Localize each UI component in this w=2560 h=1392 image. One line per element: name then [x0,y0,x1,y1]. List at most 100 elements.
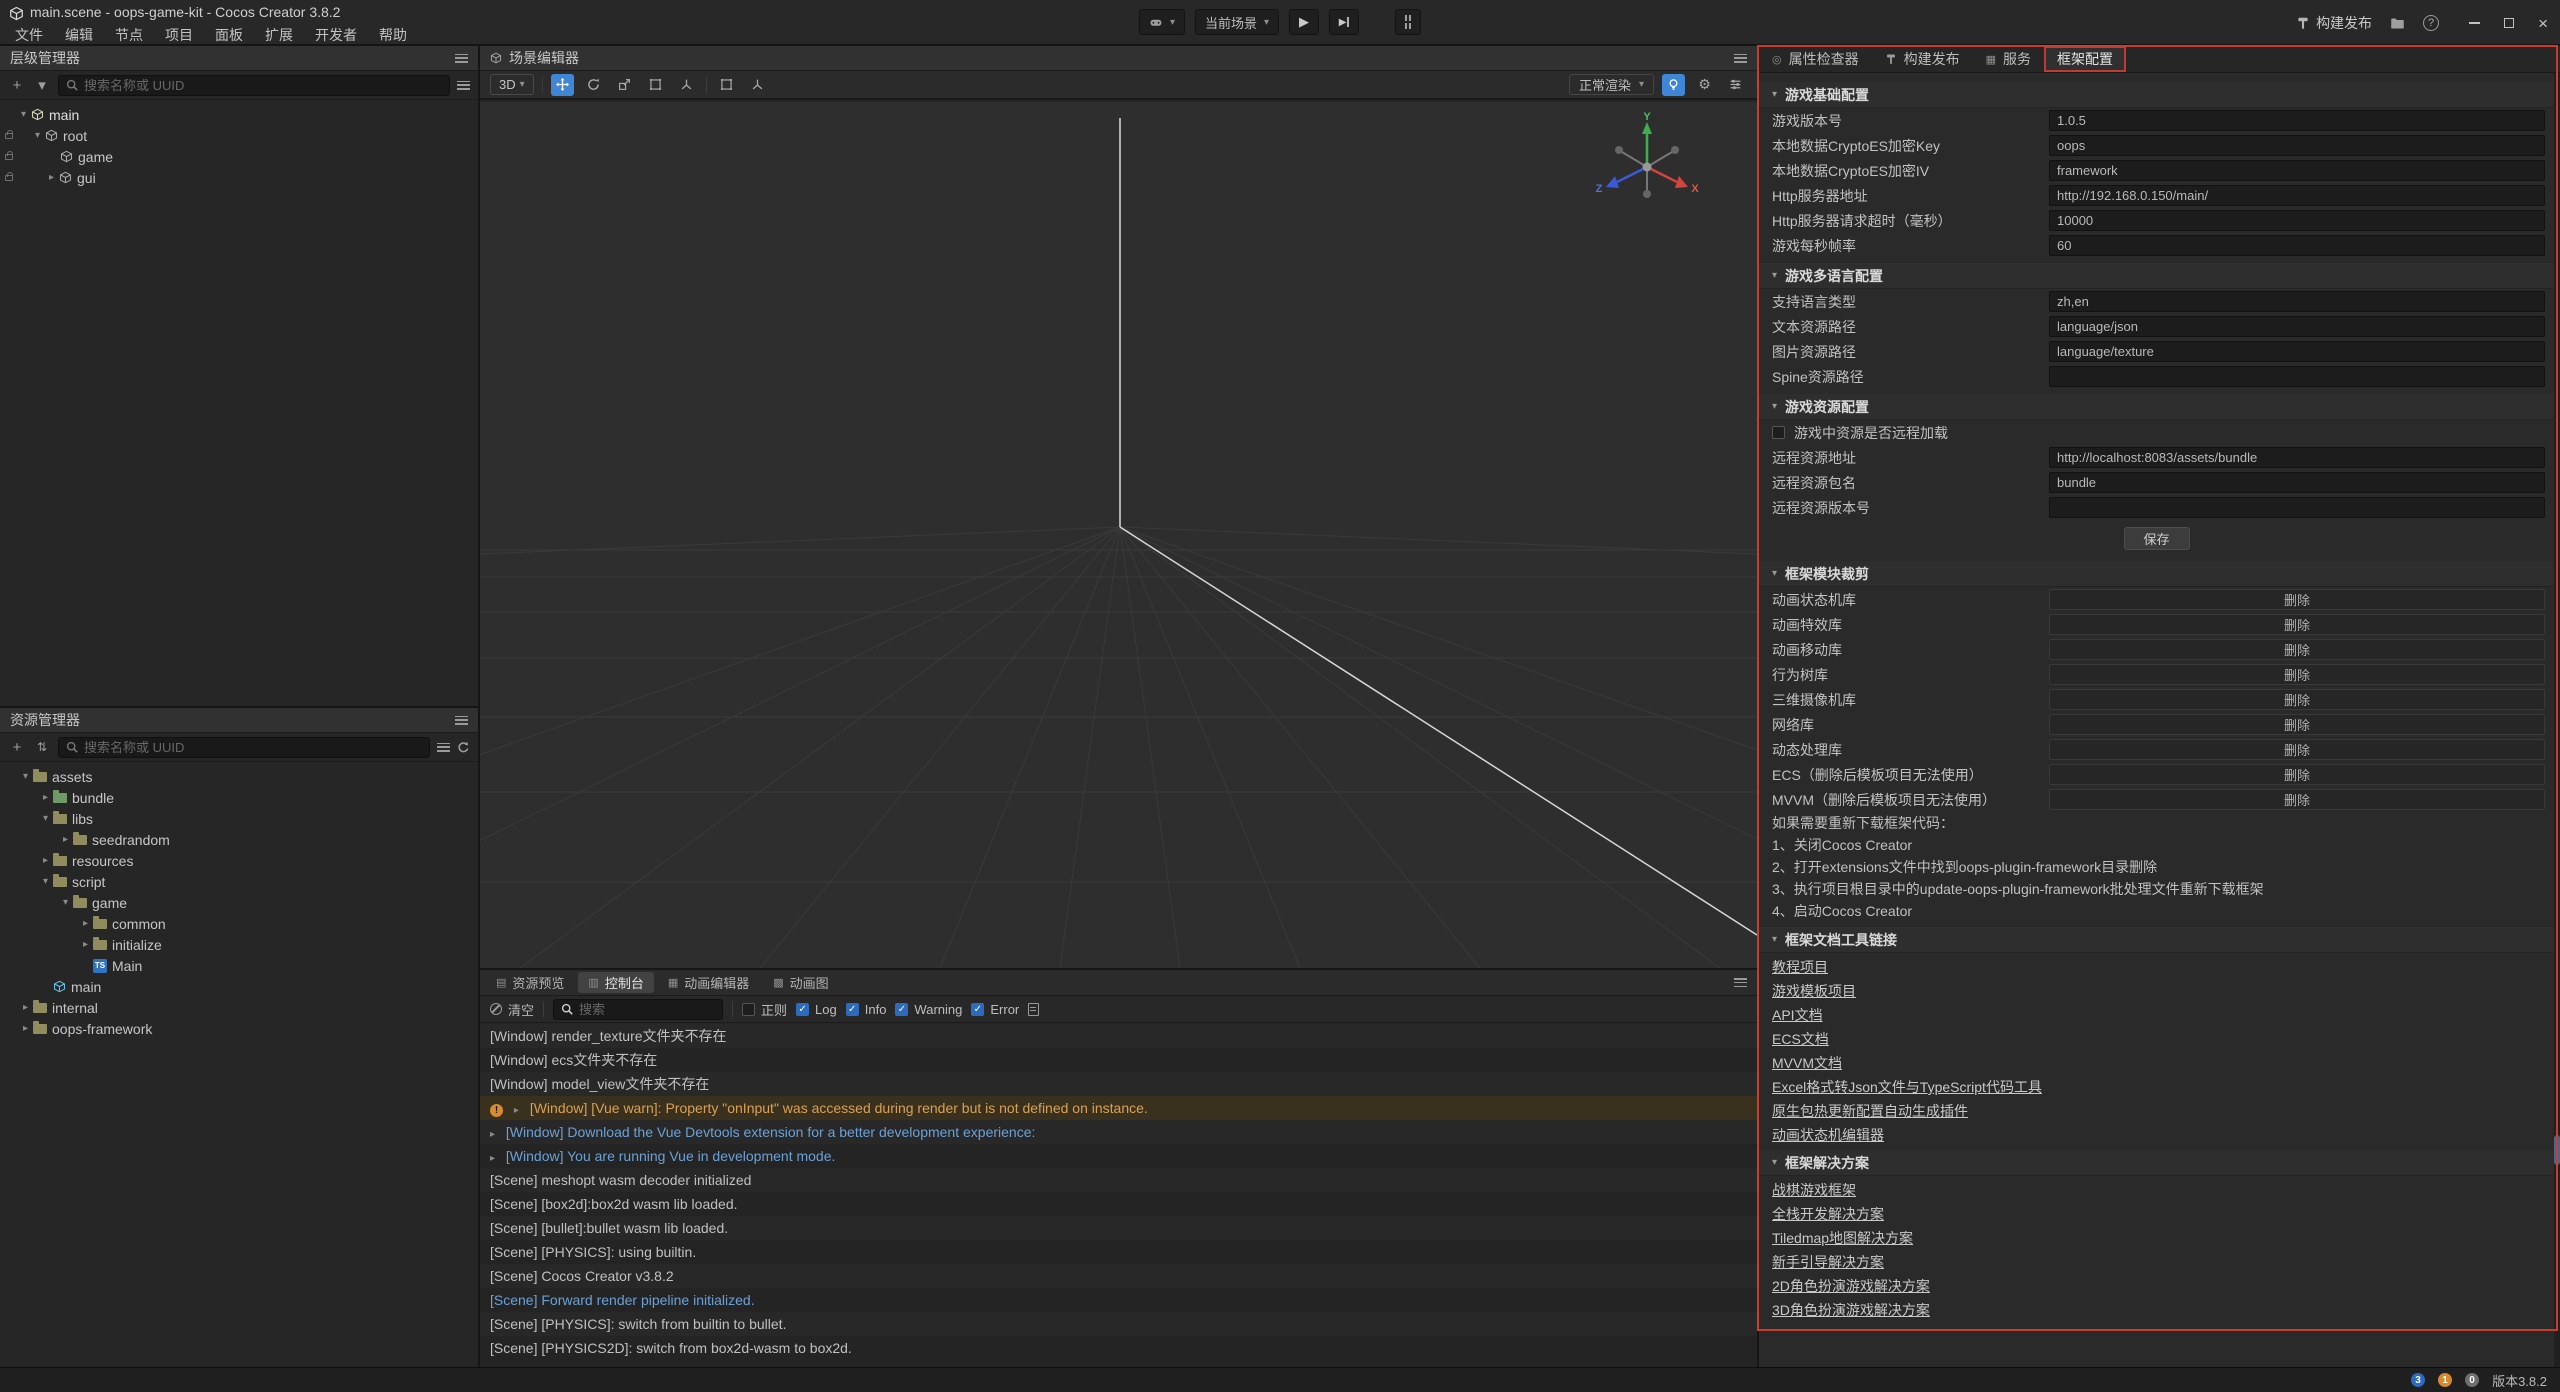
asset-node-main-ts[interactable]: TS Main [0,955,478,976]
view-options-button[interactable] [1724,74,1747,96]
folder-icon[interactable] [2390,16,2405,31]
chevron-down-icon[interactable]: ▾ [33,76,51,94]
hierarchy-search[interactable] [58,75,450,96]
layout-button[interactable] [1395,9,1421,35]
log-count-badge[interactable]: 3 [2411,1373,2425,1387]
filter-error-checkbox[interactable]: ✓ Error [971,1002,1019,1017]
link-mvvm-doc[interactable]: MVVM文档 [1772,1053,1842,1073]
panel-menu-icon[interactable] [1734,978,1747,987]
menu-file[interactable]: 文件 [4,23,54,47]
menu-developer[interactable]: 开发者 [304,23,368,47]
coordinate-toggle-button[interactable] [746,74,769,96]
console-line-link[interactable]: ▸ [Window] You are running Vue in develo… [480,1144,1757,1168]
console-line-warning[interactable]: ! ▸ [Window] [Vue warn]: Property "onInp… [480,1096,1757,1120]
chevron-down-icon[interactable]: ▾ [16,109,31,120]
menu-help[interactable]: 帮助 [368,23,418,47]
asset-node-seedrandom[interactable]: ▸ seedrandom [0,829,478,850]
build-publish-button[interactable]: 构建发布 [2296,13,2372,33]
delete-button[interactable]: 删除 [2049,739,2545,760]
warning-count-badge[interactable]: 1 [2438,1373,2452,1387]
chevron-right-icon[interactable]: ▸ [18,1002,33,1013]
sort-icon[interactable] [437,743,450,752]
gizmo-tool-button[interactable] [675,74,698,96]
delete-button[interactable]: 删除 [2049,639,2545,660]
log-file-icon[interactable] [1028,1003,1039,1016]
game-version-input[interactable] [2049,110,2545,131]
asset-node-assets[interactable]: ▾ assets [0,766,478,787]
link-api-doc[interactable]: API文档 [1772,1005,1823,1025]
crypto-key-input[interactable] [2049,135,2545,156]
import-asset-icon[interactable]: ⇅ [33,738,51,756]
hierarchy-search-input[interactable] [84,78,442,93]
menu-project[interactable]: 项目 [154,23,204,47]
link-excel-tool[interactable]: Excel格式转Json文件与TypeScript代码工具 [1772,1077,2042,1097]
assets-search[interactable] [58,737,430,758]
tab-property-inspector[interactable]: ◎ 属性检查器 [1759,46,1872,72]
asset-node-game[interactable]: ▾ game [0,892,478,913]
chevron-right-icon[interactable]: ▸ [78,939,93,950]
menu-edit[interactable]: 编辑 [54,23,104,47]
console-log-list[interactable]: [Window] render_texture文件夹不存在 [Window] e… [480,1024,1757,1367]
asset-node-common[interactable]: ▸ common [0,913,478,934]
scrollbar-thumb[interactable] [2554,1135,2560,1165]
chevron-down-icon[interactable]: ▾ [38,813,53,824]
link-wargame-framework[interactable]: 战棋游戏框架 [1772,1180,1856,1200]
link-tutorial-project[interactable]: 教程项目 [1772,957,1828,977]
section-language-config[interactable]: ▾ 游戏多语言配置 [1759,263,2554,289]
error-count-badge[interactable]: 0 [2465,1373,2479,1387]
language-types-input[interactable] [2049,291,2545,312]
chevron-right-icon[interactable]: ▸ [38,855,53,866]
console-line[interactable]: [Window] model_view文件夹不存在 [480,1072,1757,1096]
step-button[interactable]: ▶ [1329,9,1359,35]
tab-framework-config[interactable]: 框架配置 [2044,46,2126,72]
chevron-right-icon[interactable]: ▸ [58,834,73,845]
chevron-down-icon[interactable]: ▾ [30,130,45,141]
console-line[interactable]: [Scene] [PHYSICS]: using builtin. [480,1240,1757,1264]
panel-menu-icon[interactable] [455,716,468,725]
menu-extension[interactable]: 扩展 [254,23,304,47]
tab-asset-preview[interactable]: ▤ 资源预览 [486,972,574,993]
asset-node-script[interactable]: ▾ script [0,871,478,892]
tab-build-publish[interactable]: 构建发布 [1872,46,1973,72]
delete-button[interactable]: 删除 [2049,614,2545,635]
axis-y-arrow[interactable] [1642,122,1652,134]
section-module-trim[interactable]: ▾ 框架模块裁剪 [1759,561,2554,587]
axis-negative-z-handle[interactable] [1671,146,1679,154]
scene-selector[interactable]: 当前场景 ▾ [1195,9,1279,35]
create-node-button[interactable]: + [8,76,26,94]
console-line[interactable]: [Scene] [box2d]:box2d wasm lib loaded. [480,1192,1757,1216]
checkbox-checked-icon[interactable]: ✓ [846,1003,859,1016]
menu-panel[interactable]: 面板 [204,23,254,47]
console-line[interactable]: [Scene] [PHYSICS]: switch from builtin t… [480,1312,1757,1336]
delete-button[interactable]: 删除 [2049,714,2545,735]
remote-res-version-input[interactable] [2049,497,2545,518]
link-animator-editor[interactable]: 动画状态机编辑器 [1772,1125,1884,1145]
axis-negative-x-handle[interactable] [1615,146,1623,154]
rotate-tool-button[interactable] [582,74,605,96]
console-line[interactable]: [Scene] Cocos Creator v3.8.2 [480,1264,1757,1288]
refresh-icon[interactable] [457,741,470,754]
clear-console-button[interactable]: 清空 [490,1000,534,1019]
section-doc-links[interactable]: ▾ 框架文档工具链接 [1759,927,2554,953]
lock-icon[interactable] [5,129,13,139]
chevron-right-icon[interactable]: ▸ [78,918,93,929]
checkbox-checked-icon[interactable]: ✓ [971,1003,984,1016]
scene-viewport[interactable]: Y X Z [480,102,1757,968]
rect-tool-button[interactable] [644,74,667,96]
scale-tool-button[interactable] [613,74,636,96]
console-line[interactable]: [Window] render_texture文件夹不存在 [480,1024,1757,1048]
save-button[interactable]: 保存 [2124,527,2190,550]
http-server-input[interactable] [2049,185,2545,206]
http-timeout-input[interactable] [2049,210,2545,231]
spine-res-path-input[interactable] [2049,366,2545,387]
device-selector[interactable]: ▾ [1139,9,1185,35]
link-ecs-doc[interactable]: ECS文档 [1772,1029,1829,1049]
chevron-down-icon[interactable]: ▾ [58,897,73,908]
link-guide-solution[interactable]: 新手引导解决方案 [1772,1252,1884,1272]
tab-animation-graph[interactable]: ▩ 动画图 [763,972,838,993]
lock-icon[interactable] [5,171,13,181]
asset-node-oops-framework[interactable]: ▸ oops-framework [0,1018,478,1039]
console-line[interactable]: [Scene] meshopt wasm decoder initialized [480,1168,1757,1192]
remote-res-url-input[interactable] [2049,447,2545,468]
chevron-down-icon[interactable]: ▾ [38,876,53,887]
